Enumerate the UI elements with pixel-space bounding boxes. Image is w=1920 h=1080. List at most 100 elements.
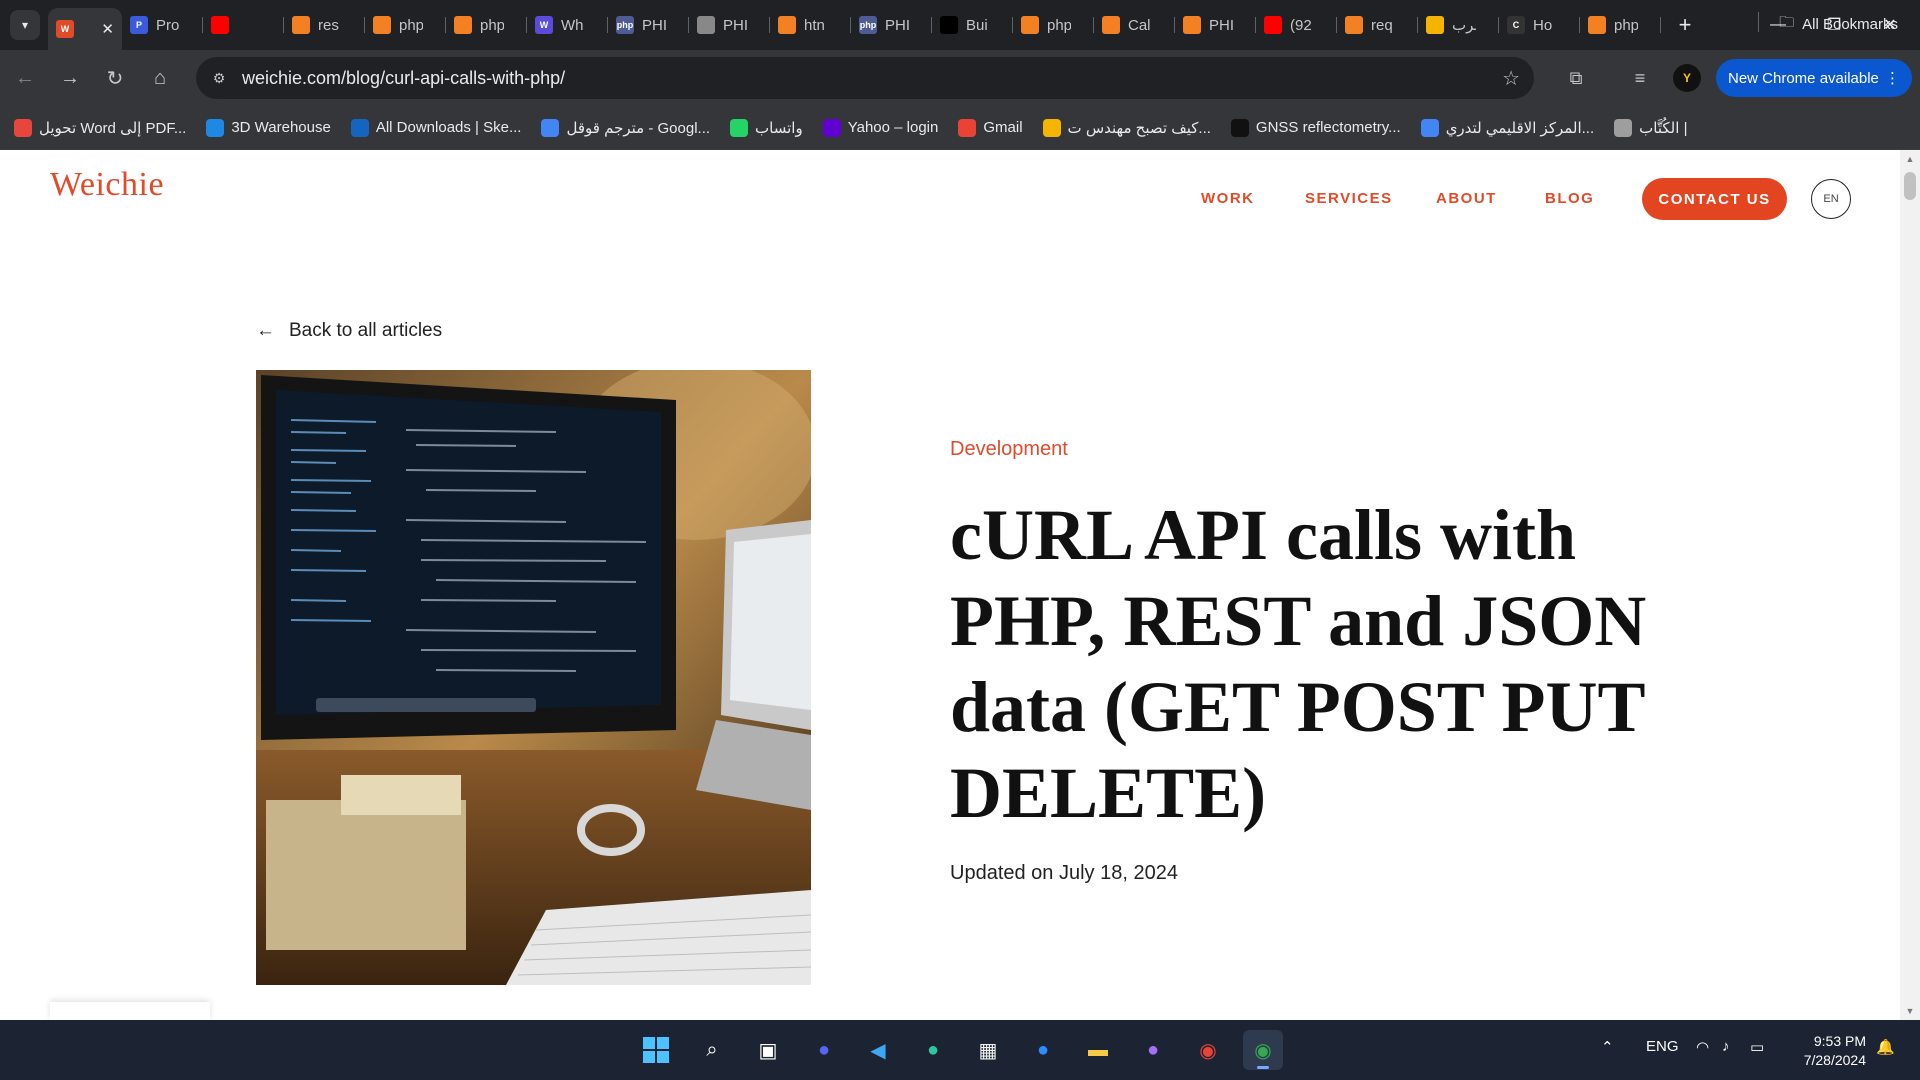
extensions-icon[interactable]: ⧉ (1562, 64, 1590, 92)
browser-tab[interactable]: req (1337, 7, 1418, 43)
browser-tab[interactable]: php (365, 7, 446, 43)
contact-us-button[interactable]: CONTACT US (1642, 178, 1787, 220)
tray-overflow-icon[interactable]: ⌃ (1601, 1038, 1614, 1056)
reload-icon[interactable]: ↻ (95, 58, 135, 98)
file-explorer-icon[interactable]: ▬ (1078, 1030, 1118, 1070)
back-to-articles-link[interactable]: ← Back to all articles (256, 320, 442, 342)
bookmark-item[interactable]: الكُتَّاب | (1614, 118, 1688, 137)
bookmark-item[interactable]: Gmail (958, 118, 1023, 137)
system-clock[interactable]: 9:53 PM 7/28/2024 (1790, 1032, 1866, 1070)
chrome-menu-icon[interactable]: ⋮ (1885, 69, 1900, 87)
stackoverflow-icon (373, 16, 391, 34)
bookmark-label: واتساب (755, 119, 803, 137)
tab-label: عرب (1452, 17, 1476, 34)
bookmark-item[interactable]: All Downloads | Ske... (350, 118, 521, 137)
browser-tab[interactable]: Cal (1094, 7, 1175, 43)
windows-taskbar: ⌕ ▣ ● ◀ ● ▦ ● ▬ ● ◉ ◉ ⌃ ENG ◠ ♪ ▭ 9:53 P… (0, 1020, 1920, 1080)
nav-services[interactable]: SERVICES (1305, 190, 1393, 207)
browser-tab[interactable]: Bui (932, 7, 1013, 43)
favicon-icon: W (56, 20, 74, 38)
nav-blog[interactable]: BLOG (1545, 190, 1594, 207)
task-view-icon[interactable]: ▣ (748, 1030, 788, 1070)
site-logo[interactable]: Weichie (50, 166, 164, 204)
site-info-icon[interactable]: ⚙ (206, 65, 232, 91)
bookmark-item[interactable]: GNSS reflectometry... (1230, 118, 1401, 137)
bookmark-favicon-icon (822, 118, 841, 137)
stackoverflow-icon (1588, 16, 1606, 34)
chrome-icon[interactable]: ◉ (1188, 1030, 1228, 1070)
all-bookmarks-button[interactable]: 🗀 All Bookmarks (1779, 12, 1898, 37)
address-bar[interactable]: ⚙ weichie.com/blog/curl-api-calls-with-p… (196, 57, 1534, 99)
bookmark-label: الكُتَّاب | (1639, 119, 1688, 137)
browser-tab[interactable]: php PHI (608, 7, 689, 43)
browser-tab[interactable]: PHI (1175, 7, 1256, 43)
browser-tab[interactable] (203, 7, 284, 43)
store-icon[interactable]: ▦ (968, 1030, 1008, 1070)
browser-tab[interactable]: W Wh (527, 7, 608, 43)
browser-tab[interactable]: (92 (1256, 7, 1337, 43)
browser-tab[interactable]: htn (770, 7, 851, 43)
nav-about[interactable]: ABOUT (1436, 190, 1497, 207)
slides-icon (1426, 16, 1444, 34)
browser-tab[interactable]: php (1013, 7, 1094, 43)
github-desktop-icon[interactable]: ● (1133, 1030, 1173, 1070)
bookmark-item[interactable]: واتساب (730, 118, 803, 137)
wifi-icon[interactable]: ◠ (1696, 1038, 1709, 1056)
edge-icon[interactable]: ● (913, 1030, 953, 1070)
browser-tab[interactable]: res (284, 7, 365, 43)
language-switcher[interactable]: EN (1811, 179, 1851, 219)
media-queue-icon[interactable]: ≡ (1626, 64, 1654, 92)
scrollbar-thumb[interactable] (1904, 172, 1916, 200)
cookie-banner-tab[interactable] (50, 1002, 210, 1020)
browser-tab[interactable]: php (1580, 7, 1661, 43)
windows-start-icon[interactable] (636, 1030, 676, 1070)
profile-avatar[interactable]: Y (1673, 64, 1701, 92)
stackoverflow-icon (778, 16, 796, 34)
page-scrollbar[interactable]: ▲ ▼ (1900, 150, 1920, 1020)
bookmark-favicon-icon (1042, 118, 1061, 137)
bookmark-item[interactable]: كيف تصبح مهندس ت... (1042, 118, 1211, 137)
bookmark-item[interactable]: 3D Warehouse (206, 118, 331, 137)
vscode-icon[interactable]: ◀ (858, 1030, 898, 1070)
arrow-left-icon: ← (256, 320, 275, 341)
notifications-icon[interactable]: 🔔 (1876, 1038, 1895, 1056)
chrome-update-button[interactable]: New Chrome available ⋮ (1716, 59, 1912, 97)
bookmark-item[interactable]: تحويل Word إلى PDF... (14, 118, 186, 137)
home-icon[interactable]: ⌂ (140, 58, 180, 98)
back-to-articles-label: Back to all articles (289, 320, 443, 341)
discord-icon[interactable]: ● (804, 1030, 844, 1070)
browser-tab[interactable]: P Pro (122, 7, 203, 43)
bookmark-item[interactable]: المركز الاقليمي لتدري... (1420, 118, 1594, 137)
search-icon[interactable]: ⌕ (692, 1030, 732, 1070)
tab-search-button[interactable]: ▾ (10, 10, 40, 40)
browser-tab[interactable]: php PHI (851, 7, 932, 43)
scroll-up-icon[interactable]: ▲ (1900, 154, 1920, 164)
clock-date: 7/28/2024 (1803, 1052, 1866, 1068)
bookmark-favicon-icon (350, 118, 369, 137)
volume-icon[interactable]: ♪ (1722, 1038, 1730, 1055)
bookmark-star-icon[interactable]: ☆ (1502, 66, 1520, 91)
bookmark-item[interactable]: مترجم قوقل - Googl... (541, 118, 710, 137)
new-tab-button[interactable]: + (1671, 12, 1699, 38)
input-language[interactable]: ENG (1646, 1038, 1679, 1055)
back-arrow-icon[interactable]: ← (5, 58, 45, 98)
article-title: cURL API calls with PHP, REST and JSON d… (950, 495, 1647, 833)
tab-close-icon[interactable]: ✕ (101, 20, 114, 38)
scroll-down-icon[interactable]: ▼ (1900, 1006, 1920, 1016)
tab-label: PHI (1209, 16, 1233, 34)
chrome-profile-icon[interactable]: ◉ (1243, 1030, 1283, 1070)
zoom-icon[interactable]: ● (1023, 1030, 1063, 1070)
browser-tab[interactable]: C Ho (1499, 7, 1580, 43)
tab-label: php (399, 16, 423, 34)
web-page: Weichie WORK SERVICES ABOUT BLOG CONTACT… (0, 150, 1900, 1020)
battery-icon[interactable]: ▭ (1750, 1038, 1764, 1056)
nav-work[interactable]: WORK (1201, 190, 1255, 207)
browser-tab[interactable]: php (446, 7, 527, 43)
forward-arrow-icon[interactable]: → (50, 58, 90, 98)
browser-tab[interactable]: W ✕ (48, 8, 122, 50)
browser-tab[interactable]: PHI (689, 7, 770, 43)
article-category[interactable]: Development (950, 438, 1068, 461)
browser-tab[interactable]: عرب (1418, 7, 1499, 43)
bookmark-item[interactable]: Yahoo – login (822, 118, 938, 137)
bookmark-favicon-icon (1614, 118, 1633, 137)
